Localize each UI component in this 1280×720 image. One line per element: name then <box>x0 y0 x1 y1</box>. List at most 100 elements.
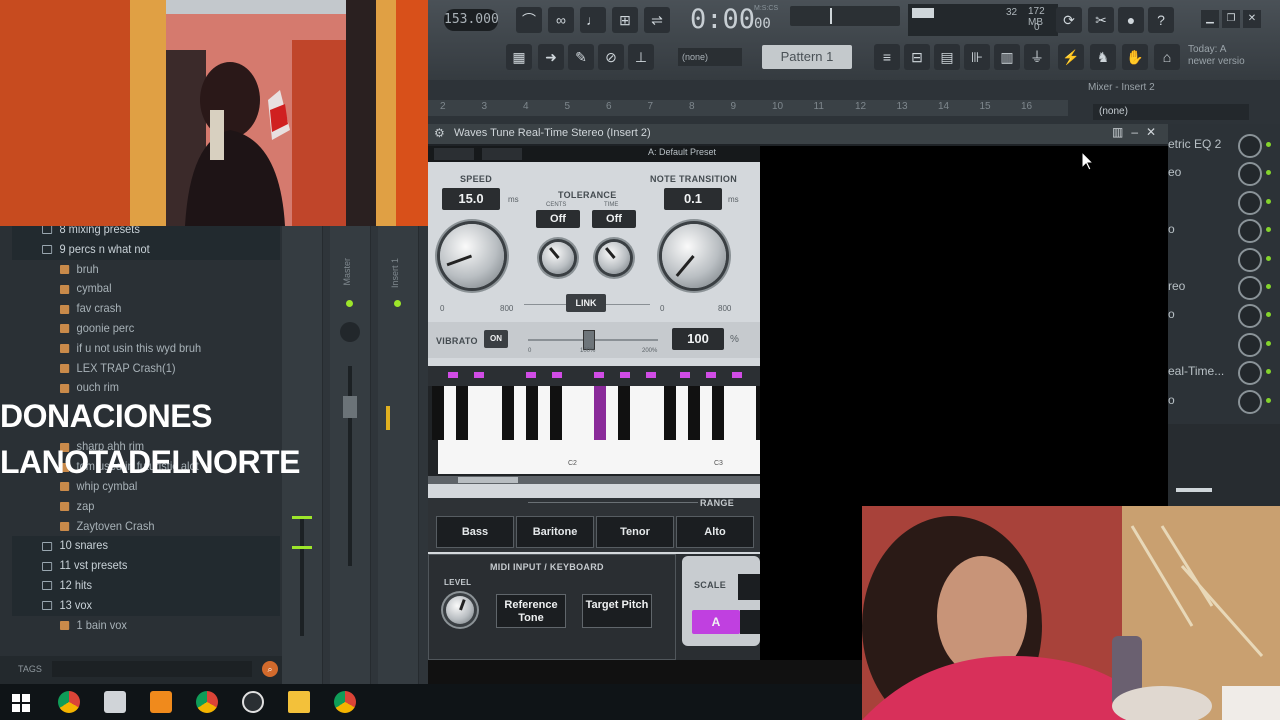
slot-led[interactable] <box>1266 142 1271 147</box>
slot-mix-knob[interactable] <box>1238 134 1262 158</box>
pitch-marker[interactable] <box>594 372 604 378</box>
speed-value[interactable]: 15.0 <box>442 188 500 210</box>
ruler-number[interactable]: 7 <box>648 101 654 112</box>
time-value[interactable]: Off <box>592 210 636 228</box>
mixer-insert-slot[interactable]: etric EQ 2 <box>1168 132 1272 158</box>
chrome-icon-2[interactable] <box>196 691 218 713</box>
preset-next-button[interactable] <box>482 148 522 160</box>
master-fader[interactable] <box>343 396 357 418</box>
mixer-insert-slot[interactable]: eo <box>1168 160 1272 187</box>
black-key[interactable] <box>594 386 606 440</box>
mixer-slot-select[interactable]: (none) <box>1093 104 1249 120</box>
browser-folder[interactable]: 12 hits <box>42 576 92 595</box>
browser-folder[interactable]: 9 percs n what not <box>42 240 150 259</box>
ruler-number[interactable]: 16 <box>1021 101 1032 112</box>
chrome-icon[interactable] <box>58 691 80 713</box>
slot-mix-knob[interactable] <box>1238 219 1262 244</box>
note-transition-value[interactable]: 0.1 <box>664 188 722 210</box>
slot-led[interactable] <box>1266 284 1271 289</box>
mixer-insert-slot[interactable] <box>1168 246 1272 272</box>
slot-led[interactable] <box>1266 198 1271 204</box>
fader-handle-2[interactable] <box>292 546 312 549</box>
refresh-icon[interactable]: ⟳ <box>1056 7 1082 33</box>
gear-icon[interactable]: ⚙ <box>434 126 445 140</box>
help-icon[interactable]: ? <box>1148 7 1174 33</box>
obs-icon[interactable] <box>242 691 264 713</box>
browser-folder[interactable]: 10 snares <box>42 536 108 555</box>
key-dropdown[interactable] <box>740 610 760 634</box>
range-alto-button[interactable]: Alto <box>676 516 754 548</box>
mixer-fader-handle[interactable] <box>1176 488 1212 492</box>
blend-notes-icon[interactable]: ⊞ <box>612 7 638 33</box>
black-key[interactable] <box>664 386 676 440</box>
preset-bar[interactable]: A: Default Preset <box>428 146 760 162</box>
pattern-selector[interactable]: Pattern 1 <box>762 45 852 69</box>
vibrato-slider-handle[interactable] <box>583 330 595 350</box>
range-tenor-button[interactable]: Tenor <box>596 516 674 548</box>
media-player-icon[interactable] <box>104 691 126 713</box>
mixer-insert-slot[interactable]: o <box>1168 217 1272 244</box>
slot-led[interactable] <box>1266 227 1271 233</box>
pitch-marker[interactable] <box>448 372 458 378</box>
black-key[interactable] <box>550 386 562 440</box>
multilink-icon[interactable]: ⇌ <box>644 7 670 33</box>
speed-knob[interactable] <box>440 224 504 288</box>
ruler-number[interactable]: 3 <box>482 101 488 112</box>
folder-icon[interactable] <box>288 691 310 713</box>
black-key[interactable] <box>756 386 760 440</box>
ruler-number[interactable]: 13 <box>897 101 908 112</box>
mixer-insert-slot[interactable]: eal-Time... <box>1168 359 1272 386</box>
ruler-number[interactable]: 10 <box>772 101 783 112</box>
ruler-number[interactable]: 6 <box>606 101 612 112</box>
pitch-marker[interactable] <box>732 372 742 378</box>
black-key[interactable] <box>688 386 700 440</box>
cents-knob[interactable] <box>542 242 574 274</box>
cut-icon[interactable]: ✂ <box>1088 7 1114 33</box>
slot-mix-knob[interactable] <box>1238 190 1262 215</box>
playlist-icon[interactable]: ≡ <box>874 44 900 70</box>
slot-mix-knob[interactable] <box>1238 247 1262 272</box>
link-icon[interactable]: ⊘ <box>598 44 624 70</box>
shop-icon[interactable]: ⌂ <box>1154 44 1180 70</box>
pan-knob[interactable] <box>340 322 360 342</box>
maximize-icon[interactable]: ❐ <box>1222 10 1240 28</box>
channel-select[interactable]: (none) <box>678 48 742 66</box>
fader-handle[interactable] <box>292 516 312 519</box>
browser-file[interactable]: ouch rim <box>60 378 119 397</box>
microphone-icon[interactable]: ● <box>1118 7 1144 33</box>
mixer-insert-slot[interactable] <box>1168 331 1272 357</box>
mixer-insert-slot[interactable]: o <box>1168 388 1272 414</box>
preset-prev-button[interactable] <box>434 148 474 160</box>
metronome-icon[interactable]: ⌒ <box>516 7 542 33</box>
range-bass-button[interactable]: Bass <box>436 516 514 548</box>
plugin-titlebar[interactable]: ⚙ Waves Tune Real-Time Stereo (Insert 2)… <box>428 124 1168 144</box>
black-key[interactable] <box>432 386 444 440</box>
browser-file[interactable]: goonie perc <box>60 319 134 338</box>
news-hint[interactable]: Today: A newer versio <box>1188 44 1245 68</box>
pencil-icon[interactable]: ✎ <box>568 44 594 70</box>
pitch-marker[interactable] <box>646 372 656 378</box>
mixer-insert-slot[interactable]: reo <box>1168 274 1272 300</box>
ruler-number[interactable]: 15 <box>980 101 991 112</box>
browser-file[interactable]: 1 bain vox <box>60 616 127 635</box>
close-icon[interactable]: ✕ <box>1243 10 1261 28</box>
black-key[interactable] <box>526 386 538 440</box>
ruler-number[interactable]: 9 <box>731 101 737 112</box>
slot-led[interactable] <box>1266 170 1271 176</box>
black-key[interactable] <box>456 386 468 440</box>
slot-mix-knob[interactable] <box>1238 162 1262 187</box>
tags-input[interactable] <box>52 661 252 677</box>
black-key[interactable] <box>712 386 724 440</box>
scale-display[interactable] <box>738 574 760 600</box>
minimize-icon[interactable]: ▁ <box>1201 10 1219 28</box>
black-key[interactable] <box>618 386 630 440</box>
search-icon[interactable]: ⌕ <box>262 661 278 677</box>
browser-file[interactable]: bruh <box>60 260 99 279</box>
chrome-icon-3[interactable] <box>334 691 356 713</box>
pitch-marker[interactable] <box>680 372 690 378</box>
slot-led[interactable] <box>1266 369 1271 375</box>
browser-file[interactable]: cymbal <box>60 279 112 298</box>
plugin-icon[interactable]: ⏚ <box>1024 44 1050 70</box>
slot-led[interactable] <box>1266 397 1271 403</box>
mixer-track-master[interactable]: Master <box>330 226 371 684</box>
